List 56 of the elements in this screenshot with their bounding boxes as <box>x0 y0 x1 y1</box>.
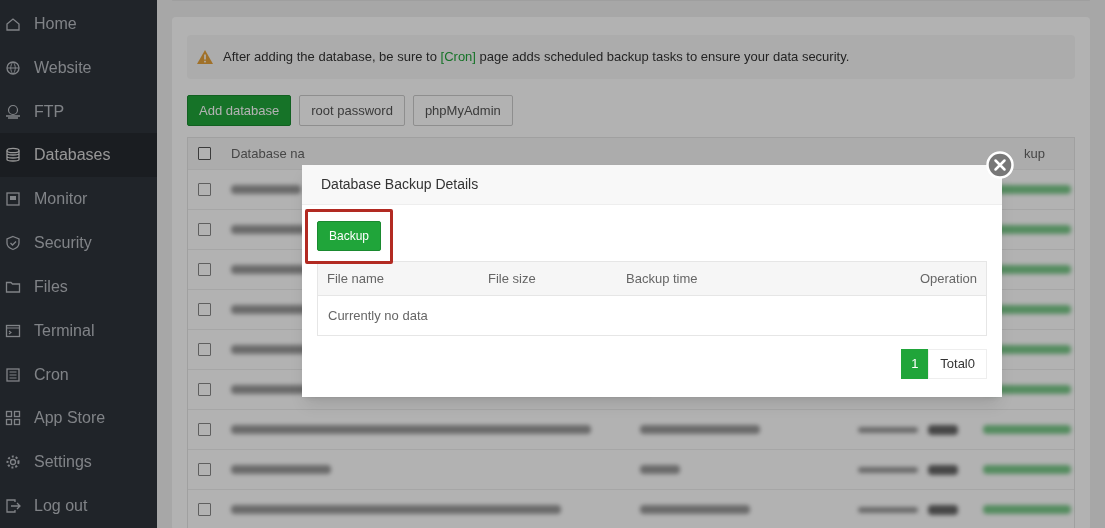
grid-icon <box>5 410 21 427</box>
toolbar-button[interactable]: root password <box>299 95 405 126</box>
row-checkbox[interactable] <box>198 383 211 396</box>
select-all-checkbox[interactable] <box>198 147 211 160</box>
column-header: File size <box>488 269 537 288</box>
backup-button[interactable]: Backup <box>317 221 382 251</box>
sidebar-item[interactable]: Files <box>0 264 157 309</box>
sidebar-item[interactable]: App Store <box>0 396 157 441</box>
empty-message: Currently no data <box>328 306 428 325</box>
monitor-icon <box>5 191 21 208</box>
row-checkbox[interactable] <box>198 263 211 276</box>
settings-icon <box>5 454 21 471</box>
sidebar-item[interactable]: Security <box>0 221 157 265</box>
sidebar-item[interactable]: Website <box>0 45 157 90</box>
terminal-icon <box>5 322 21 339</box>
column-header: Backup time <box>626 269 699 288</box>
column-header: File name <box>327 269 386 288</box>
database-icon <box>5 147 21 164</box>
column-header: Operation <box>919 269 977 288</box>
cron-link[interactable]: [Cron] <box>440 49 476 65</box>
blurred-password <box>858 426 918 433</box>
total-count: Total0 <box>928 349 987 379</box>
globe-icon <box>5 59 21 76</box>
sidebar-item[interactable]: Monitor <box>0 177 157 222</box>
column-header: kup <box>1024 144 1045 163</box>
list-icon <box>5 366 21 383</box>
blurred-name <box>231 185 301 194</box>
blurred-icons <box>928 464 958 475</box>
warning-icon <box>197 50 213 64</box>
column-header: Database na <box>231 144 305 163</box>
shield-icon <box>5 235 21 252</box>
blurred-icons <box>928 504 958 515</box>
toolbar-button[interactable]: phpMyAdmin <box>412 95 513 126</box>
blurred-icons <box>928 424 958 435</box>
sidebar-item[interactable]: Databases <box>0 133 157 178</box>
row-checkbox[interactable] <box>198 303 211 316</box>
row-checkbox[interactable] <box>198 223 211 236</box>
row-checkbox[interactable] <box>198 183 211 196</box>
sidebar-item[interactable]: Home <box>0 2 157 46</box>
sidebar-item[interactable]: Cron <box>0 352 157 397</box>
row-checkbox[interactable] <box>198 423 211 436</box>
sidebar-item[interactable]: Log out <box>0 484 157 528</box>
logout-icon <box>5 498 21 514</box>
notice-text: After adding the database, be sure to [Cron] page adds scheduled backup tasks to ensure your data security. <box>223 48 850 67</box>
page-button[interactable]: 1 <box>901 349 929 379</box>
row-checkbox[interactable] <box>198 343 211 356</box>
blurred-username <box>640 465 680 474</box>
blurred-password <box>858 506 918 513</box>
blurred-password <box>858 466 918 473</box>
server-icon <box>5 103 21 120</box>
row-checkbox[interactable] <box>198 463 211 476</box>
modal-title: Database Backup Details <box>321 175 479 194</box>
sidebar-item[interactable]: Settings <box>0 440 157 485</box>
sidebar-item[interactable]: Terminal <box>0 308 157 353</box>
row-checkbox[interactable] <box>198 503 211 516</box>
toolbar-button[interactable]: Add database <box>187 95 292 126</box>
